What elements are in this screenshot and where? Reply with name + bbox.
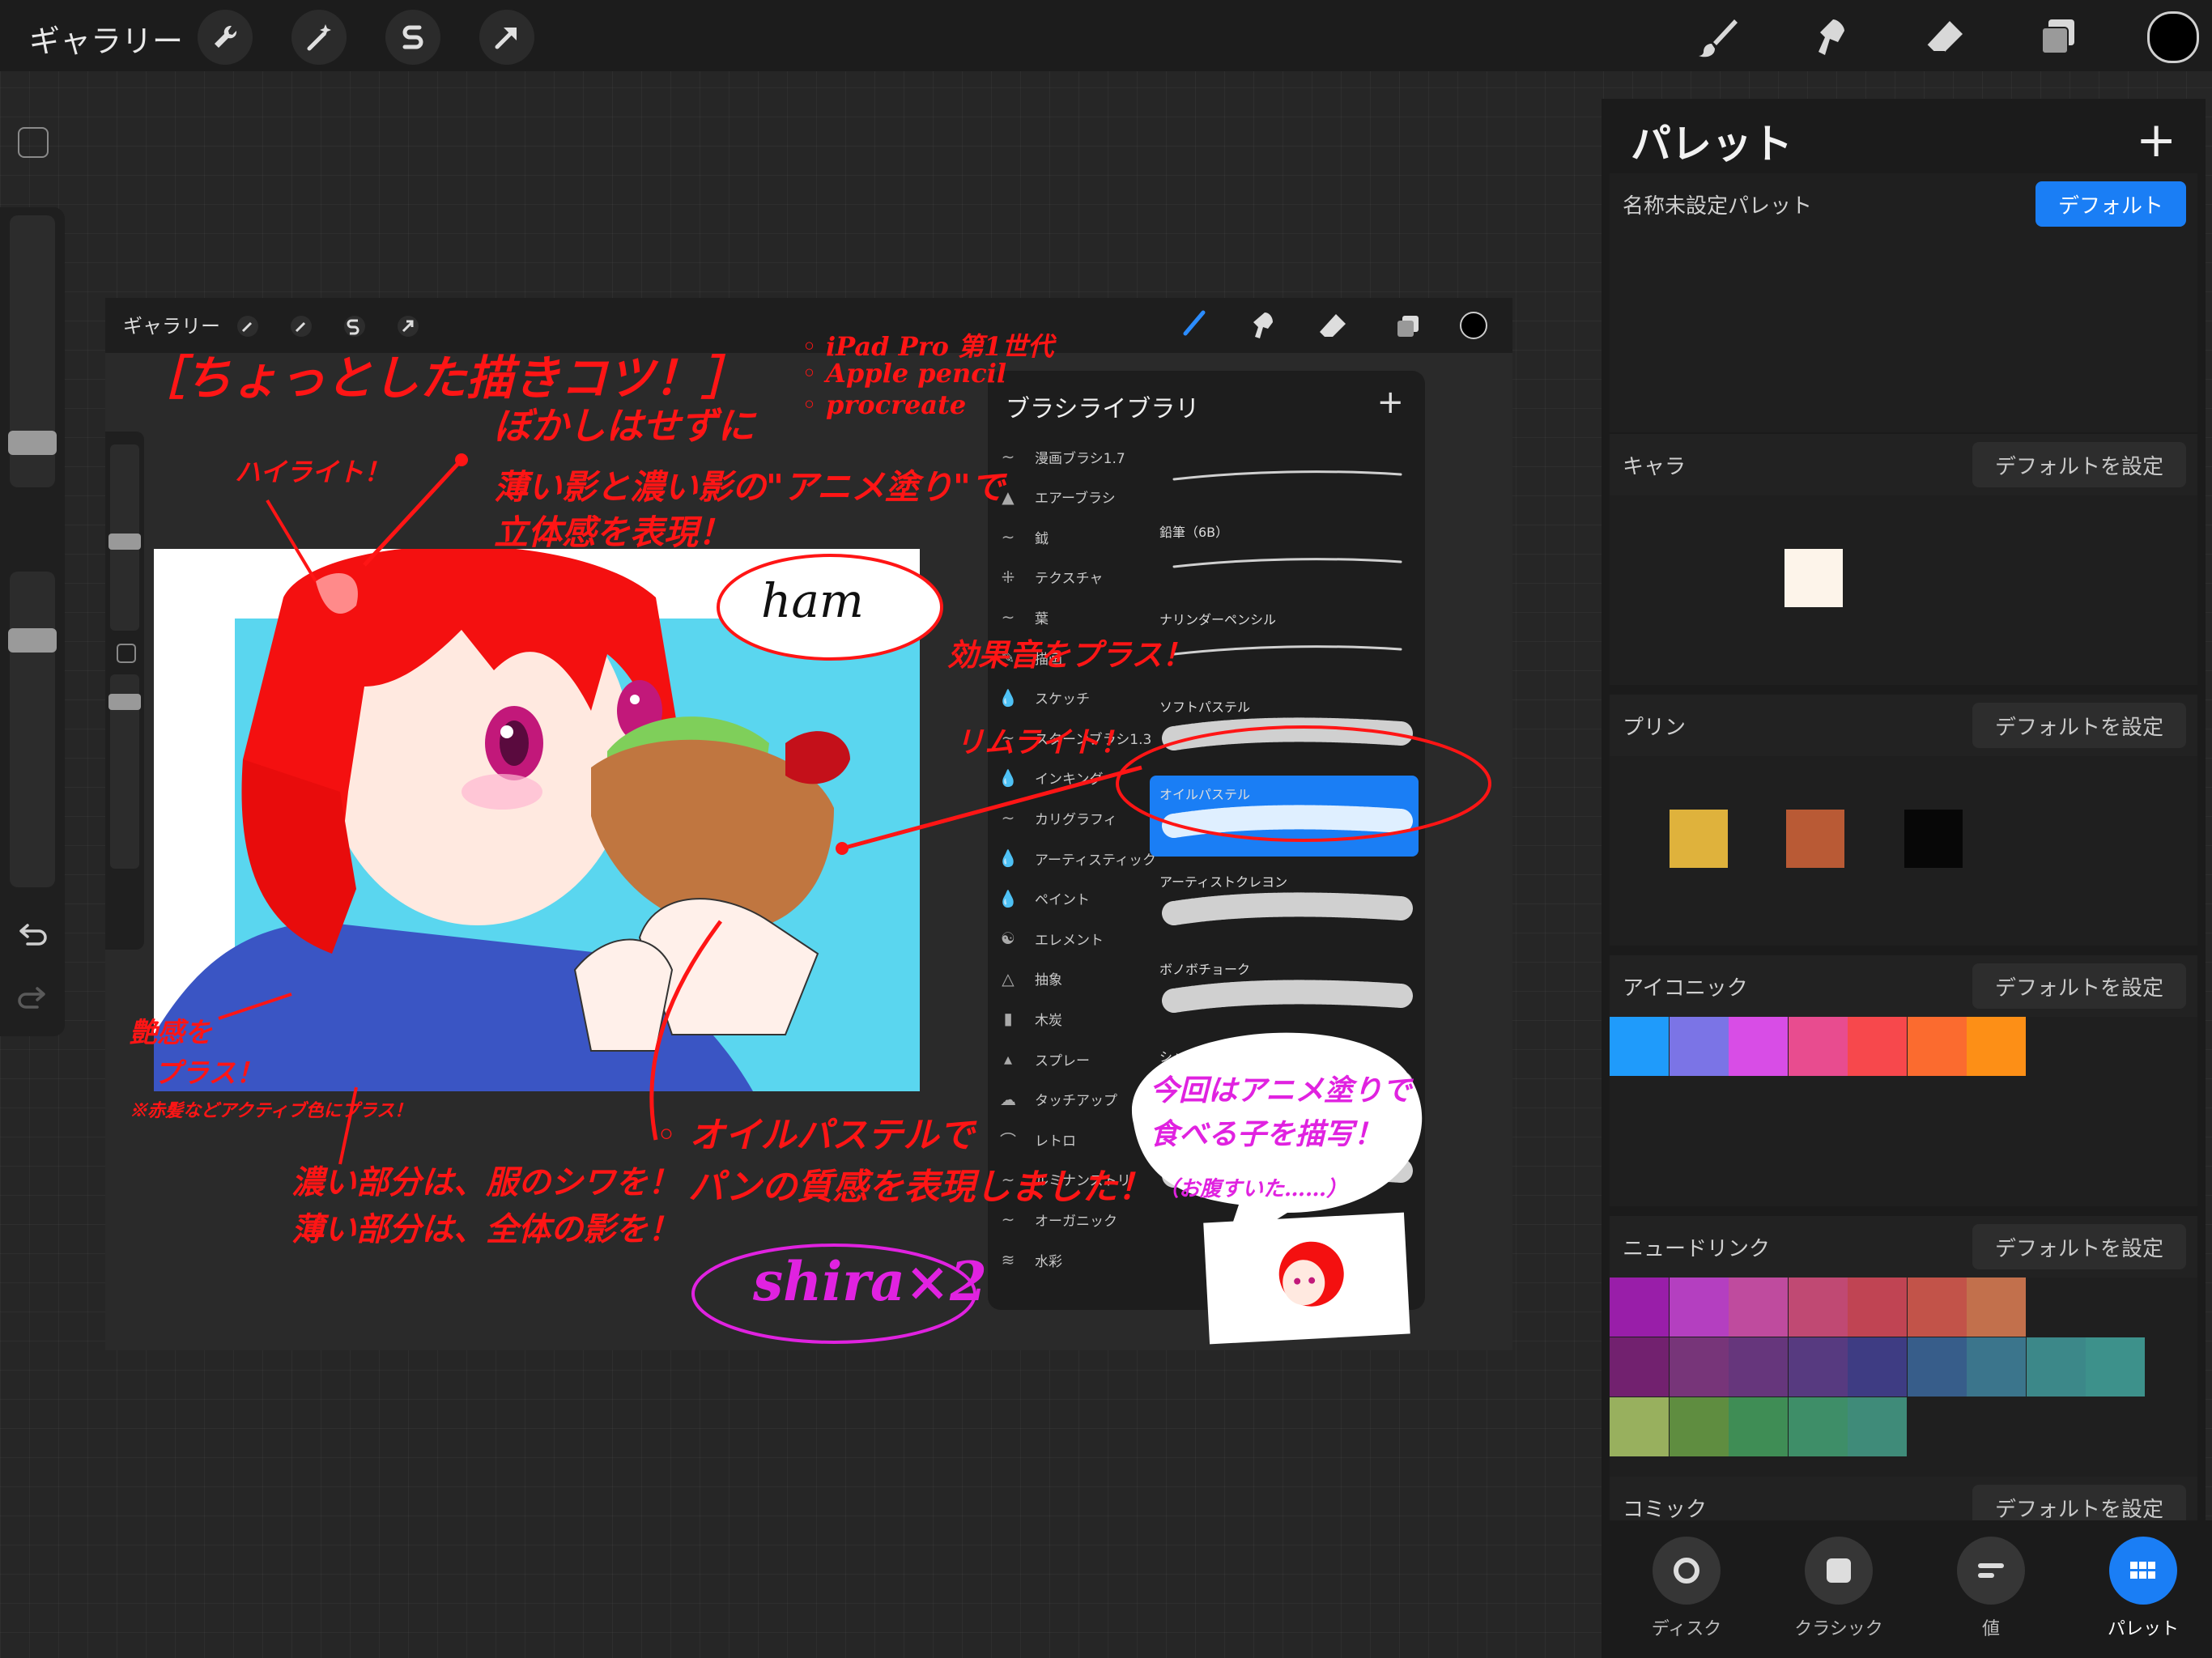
set-default-button[interactable]: デフォルトを設定 (1972, 703, 2186, 748)
color-swatch[interactable] (1904, 810, 1963, 868)
color-swatch[interactable] (1729, 1017, 1788, 1076)
disc-icon (1653, 1537, 1721, 1605)
wrench-icon[interactable] (198, 10, 253, 65)
left-sidebar (0, 127, 65, 1036)
canvas-artwork[interactable]: ギャラリー ブラシライブラリ + ∼ 漫画ブラシ1.7 ▲ エアーブラシ ∼ 鉞… (105, 298, 1512, 1350)
layers-icon[interactable] (2032, 11, 2084, 63)
palette-section-pudding: プリン デフォルトを設定 (1610, 695, 2197, 954)
tab-label: ディスク (1651, 1619, 1722, 1639)
tab-disc[interactable]: ディスク (1626, 1537, 1747, 1640)
color-swatch[interactable] (2086, 1337, 2145, 1397)
color-swatch[interactable] (1788, 1337, 1848, 1397)
color-swatch[interactable] (1788, 1397, 1848, 1456)
palette-section-iconic: アイコニック デフォルトを設定 (1610, 955, 2197, 1214)
color-swatch[interactable] (1907, 1337, 1967, 1397)
opacity-knob[interactable] (8, 628, 57, 653)
color-swatch[interactable] (1848, 1337, 1907, 1397)
set-default-button[interactable]: デフォルトを設定 (1972, 963, 2186, 1009)
redo-icon[interactable] (11, 983, 53, 1018)
color-swatch[interactable] (1610, 1017, 1669, 1076)
color-swatch[interactable] (1788, 1017, 1848, 1076)
brush-size-knob[interactable] (8, 431, 57, 455)
palette-panel: パレット + 名称未設定パレット デフォルト キャラ デフォルトを設定 プリン … (1602, 99, 2206, 1658)
palette-name: コミック (1623, 1498, 1708, 1522)
tab-label: パレット (2107, 1619, 2179, 1639)
palette-name: アイコニック (1623, 976, 1748, 1001)
color-mode-tabs: ディスク クラシック 値 パレット (1602, 1520, 2212, 1658)
eraser-icon[interactable] (1919, 11, 1971, 63)
tab-palette[interactable]: パレット (2082, 1537, 2204, 1640)
color-swatch[interactable] (1669, 1278, 1729, 1337)
color-swatch[interactable] (1788, 1278, 1848, 1337)
palette-grid-icon (2109, 1537, 2177, 1605)
color-swatch[interactable] (1907, 1017, 1967, 1076)
classic-square-icon (1805, 1537, 1873, 1605)
top-toolbar: ギャラリー (0, 0, 2212, 71)
color-swatch[interactable] (1848, 1017, 1907, 1076)
color-swatch[interactable] (1610, 1397, 1669, 1456)
current-color-swatch[interactable] (2147, 11, 2199, 63)
color-swatch[interactable] (2026, 1337, 2086, 1397)
color-swatch[interactable] (1669, 1017, 1729, 1076)
color-swatch[interactable] (1786, 810, 1844, 868)
color-swatch[interactable] (1729, 1397, 1788, 1456)
color-swatch[interactable] (1729, 1278, 1788, 1337)
add-palette-button[interactable]: + (2136, 112, 2176, 168)
magic-wand-icon[interactable] (291, 10, 347, 65)
color-swatch[interactable] (1669, 1397, 1729, 1456)
tab-classic[interactable]: クラシック (1778, 1537, 1899, 1640)
color-swatch[interactable] (1967, 1278, 2026, 1337)
transform-arrow-icon[interactable] (479, 10, 534, 65)
annotation-lines (218, 453, 1491, 1165)
palette-name: プリン (1623, 716, 1687, 740)
tab-label: 値 (1981, 1619, 2000, 1639)
palette-name: ニュードリンク (1623, 1237, 1771, 1261)
color-swatch[interactable] (1967, 1337, 2026, 1397)
undo-icon[interactable] (11, 920, 53, 955)
gallery-button[interactable]: ギャラリー (29, 16, 183, 61)
palette-name: 名称未設定パレット (1623, 194, 1813, 219)
color-swatch[interactable] (1729, 1337, 1788, 1397)
color-swatch[interactable] (1848, 1397, 1907, 1456)
color-swatch[interactable] (1848, 1278, 1907, 1337)
color-swatch[interactable] (1610, 1337, 1669, 1397)
color-swatch[interactable] (1784, 549, 1843, 607)
set-default-button[interactable]: デフォルトを設定 (1972, 1224, 2186, 1269)
modifier-button[interactable] (18, 127, 49, 158)
palette-name: キャラ (1623, 455, 1687, 479)
color-swatch[interactable] (1670, 810, 1728, 868)
palette-section-unnamed: 名称未設定パレット デフォルト (1610, 173, 2197, 432)
set-default-button[interactable]: デフォルトを設定 (1972, 442, 2186, 487)
value-sliders-icon (1957, 1537, 2025, 1605)
color-swatch[interactable] (1669, 1337, 1729, 1397)
color-swatch[interactable] (1907, 1278, 1967, 1337)
color-swatch[interactable] (1610, 1278, 1669, 1337)
smudge-icon[interactable] (1806, 11, 1857, 63)
tab-value[interactable]: 値 (1930, 1537, 2052, 1640)
color-swatch[interactable] (1967, 1017, 2026, 1076)
tab-label: クラシック (1794, 1619, 1883, 1639)
opacity-slider[interactable] (10, 572, 55, 887)
selection-icon[interactable] (385, 10, 440, 65)
palette-title: パレット (1631, 121, 1793, 168)
palette-section-chara: キャラ デフォルトを設定 (1610, 434, 2197, 693)
default-button[interactable]: デフォルト (2035, 181, 2186, 227)
brush-icon[interactable] (1692, 11, 1744, 63)
